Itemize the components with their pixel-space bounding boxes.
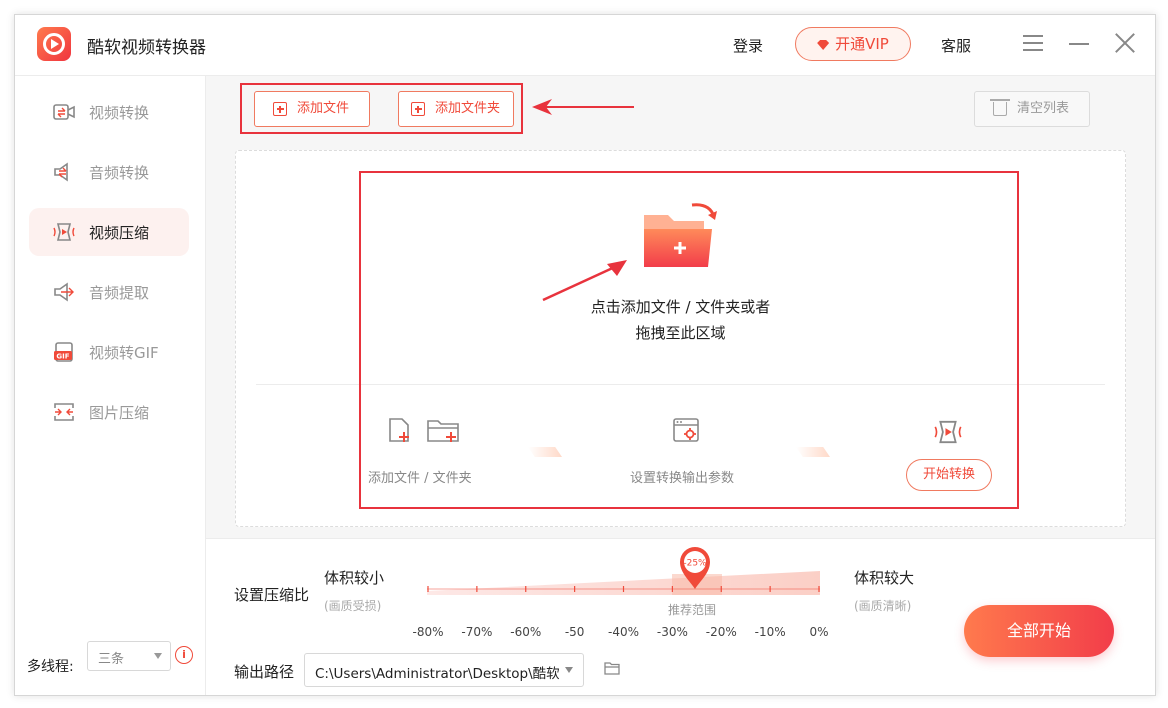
menu-icon[interactable] <box>1021 31 1045 55</box>
chevron-down-icon <box>154 653 162 659</box>
folder-open-icon[interactable] <box>604 662 620 675</box>
slider-tick-label: 0% <box>809 625 829 639</box>
clear-list-label: 清空列表 <box>1017 101 1070 116</box>
slider-tick-label: -80% <box>412 625 444 639</box>
slider-tick-label: -50 <box>564 625 585 639</box>
annotation-arrow-dropzone <box>542 260 627 302</box>
sidebar: 视频转换 音频转换 视频压缩 音频提取 GIF 视频转GIF 图片压缩 多线程:… <box>15 76 206 695</box>
settings-panel: 设置压缩比 体积较小 (画质受损) 体积较大 (画质清晰) 推荐范围 -80% -… <box>206 538 1155 695</box>
sidebar-item-label: 音频提取 <box>89 284 150 302</box>
vip-button[interactable]: 开通VIP <box>795 27 911 61</box>
trash-icon <box>990 99 1010 116</box>
info-icon[interactable]: i <box>175 646 193 664</box>
main-panel: 添加文件 添加文件夹 清空列表 点击添加文件 / 文件夹或者 拖拽至此区域 添加… <box>206 76 1155 695</box>
annotation-arrow-toolbar <box>542 106 634 108</box>
slider-thumb[interactable]: -25% <box>678 545 712 591</box>
sidebar-item-image-compress[interactable]: 图片压缩 <box>29 388 189 436</box>
app-title: 酷软视频转换器 <box>87 38 206 58</box>
title-bar: 酷软视频转换器 登录 开通VIP 客服 <box>15 15 1155 76</box>
slider-value: -25% <box>683 559 707 569</box>
sidebar-item-label: 视频转换 <box>89 104 150 122</box>
annotation-box-dropzone <box>359 171 1019 509</box>
image-compress-icon <box>54 403 74 421</box>
audio-extract-icon <box>54 282 74 302</box>
slider-tick-label: -20% <box>705 625 737 639</box>
video-compress-icon <box>53 223 75 241</box>
clear-list-button[interactable]: 清空列表 <box>974 91 1090 127</box>
gem-icon <box>817 40 830 50</box>
audio-convert-icon <box>54 162 68 182</box>
video-convert-icon <box>53 104 75 120</box>
slider-tick-label: -10% <box>754 625 786 639</box>
threads-value: 三条 <box>98 652 125 667</box>
small-size-label: 体积较小 <box>324 569 385 587</box>
chevron-down-icon <box>565 667 573 673</box>
sidebar-item-video-to-gif[interactable]: GIF 视频转GIF <box>29 328 189 376</box>
sidebar-item-label: 音频转换 <box>89 164 150 182</box>
recommend-range-label: 推荐范围 <box>668 603 717 617</box>
small-size-sub: (画质受损) <box>324 599 382 613</box>
service-button[interactable]: 客服 <box>941 35 971 56</box>
sidebar-item-video-convert[interactable]: 视频转换 <box>29 88 189 136</box>
gif-icon: GIF <box>54 342 73 362</box>
slider-tick-label: -30% <box>656 625 688 639</box>
slider-tick-label: -70% <box>461 625 493 639</box>
close-icon[interactable] <box>1113 31 1137 55</box>
slider-tick-label: -60% <box>510 625 542 639</box>
sidebar-item-video-compress[interactable]: 视频压缩 <box>29 208 189 256</box>
sidebar-item-audio-convert[interactable]: 音频转换 <box>29 148 189 196</box>
output-path-select[interactable]: C:\Users\Administrator\Desktop\酷软 <box>304 653 584 687</box>
sidebar-item-audio-extract[interactable]: 音频提取 <box>29 268 189 316</box>
output-path-value: C:\Users\Administrator\Desktop\酷软 <box>315 666 560 682</box>
threads-label: 多线程: <box>27 659 74 675</box>
login-button[interactable]: 登录 <box>733 35 763 56</box>
svg-text:GIF: GIF <box>56 353 69 361</box>
annotation-box-toolbar <box>240 83 523 134</box>
compression-label: 设置压缩比 <box>234 586 310 604</box>
annotation-arrowhead <box>532 99 552 115</box>
sidebar-item-label: 图片压缩 <box>89 404 150 422</box>
compression-slider[interactable] <box>427 571 820 595</box>
sidebar-item-label: 视频压缩 <box>89 224 150 242</box>
output-path-label: 输出路径 <box>234 663 295 681</box>
sidebar-item-label: 视频转GIF <box>89 344 159 362</box>
minimize-icon[interactable] <box>1067 31 1091 55</box>
app-window: 酷软视频转换器 登录 开通VIP 客服 视频转换 音频转换 视频压缩 音频提取 … <box>14 14 1156 696</box>
vip-label: 开通VIP <box>835 35 889 53</box>
slider-tick-label: -40% <box>607 625 640 639</box>
start-all-button[interactable]: 全部开始 <box>964 605 1114 657</box>
threads-select[interactable]: 三条 <box>87 641 171 671</box>
large-size-sub: (画质清晰) <box>854 599 912 613</box>
app-logo-icon <box>37 27 71 61</box>
large-size-label: 体积较大 <box>854 569 915 587</box>
